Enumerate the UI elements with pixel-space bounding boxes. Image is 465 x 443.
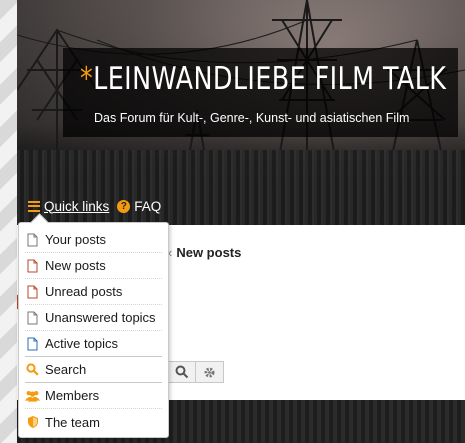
- menu-item-label: Unanswered topics: [45, 310, 156, 325]
- site-title-text: LEINWANDLIEBE FILM TALK: [93, 61, 447, 97]
- quick-links-button[interactable]: Quick links: [28, 199, 109, 214]
- menu-item-active-topics[interactable]: Active topics: [25, 331, 162, 357]
- menu-item-label: Search: [45, 362, 87, 377]
- site-description: Das Forum für Kult-, Genre-, Kunst- und …: [94, 111, 410, 125]
- faq-label: FAQ: [134, 198, 162, 214]
- menu-item-unanswered-topics[interactable]: Unanswered topics: [25, 305, 162, 331]
- search-icon: [26, 363, 39, 376]
- menu-item-label: Your posts: [45, 232, 106, 247]
- search-button[interactable]: [168, 361, 196, 383]
- navbar: Quick links ? FAQ: [28, 196, 161, 216]
- quick-links-dropdown: Your posts New posts Unread posts Unansw…: [18, 222, 169, 438]
- title-star: *: [80, 61, 94, 97]
- quick-links-label: Quick links: [44, 198, 110, 214]
- question-circle-icon: ?: [117, 199, 131, 213]
- file-red-icon: [27, 285, 38, 298]
- menu-item-members[interactable]: Members: [25, 383, 162, 409]
- file-red-icon: [27, 259, 38, 272]
- site-title[interactable]: *LEINWANDLIEBE FILM TALK: [80, 61, 446, 97]
- file-blue-icon: [27, 337, 38, 350]
- file-icon: [27, 233, 38, 246]
- menu-item-label: New posts: [45, 258, 106, 273]
- site-title-box: *LEINWANDLIEBE FILM TALK Das Forum für K…: [63, 48, 458, 137]
- group-icon: [25, 391, 40, 402]
- shield-icon: [27, 416, 38, 428]
- breadcrumb-current[interactable]: New posts: [176, 245, 241, 260]
- file-icon: [27, 311, 38, 324]
- search-icon: [175, 365, 189, 379]
- quick-links-menu: Your posts New posts Unread posts Unansw…: [19, 223, 168, 435]
- menu-item-new-posts[interactable]: New posts: [25, 253, 162, 279]
- advanced-search-button[interactable]: [196, 361, 224, 383]
- hamburger-icon: [28, 200, 40, 212]
- menu-item-label: Unread posts: [45, 284, 123, 299]
- menu-item-unread-posts[interactable]: Unread posts: [25, 279, 162, 305]
- gear-icon: [204, 367, 215, 377]
- menu-item-the-team[interactable]: The team: [25, 409, 162, 435]
- breadcrumb: ‹ New posts: [168, 245, 241, 260]
- menu-item-your-posts[interactable]: Your posts: [25, 227, 162, 253]
- faq-link[interactable]: ? FAQ: [117, 199, 161, 214]
- site-header: *LEINWANDLIEBE FILM TALK Das Forum für K…: [17, 0, 465, 225]
- menu-item-label: The team: [45, 414, 100, 430]
- menu-item-search[interactable]: Search: [25, 357, 162, 383]
- search-tools: [168, 361, 224, 383]
- menu-item-label: Active topics: [45, 336, 118, 351]
- menu-item-label: Members: [45, 388, 100, 403]
